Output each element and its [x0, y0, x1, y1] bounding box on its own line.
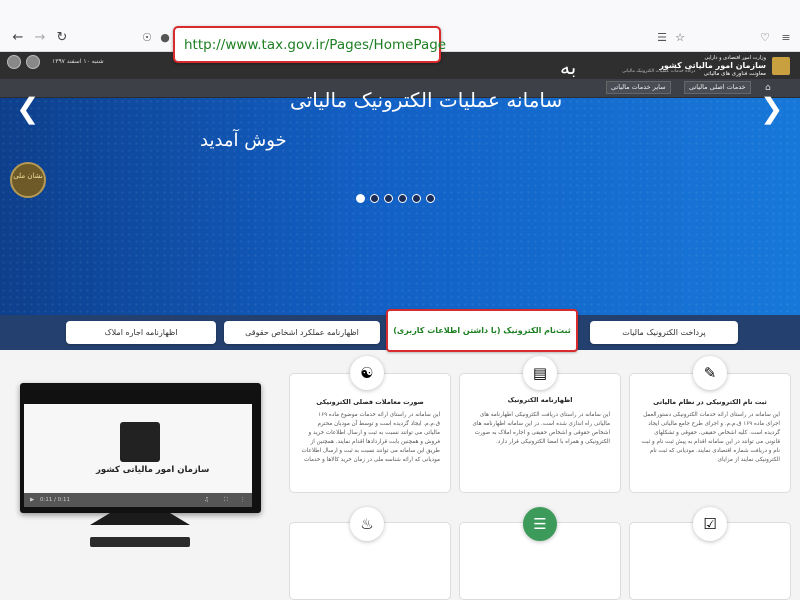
slider-dot[interactable] [356, 194, 365, 203]
menu-icon[interactable]: ≡ [779, 31, 793, 45]
slider-next-icon[interactable]: ❯ [760, 95, 783, 123]
slider-prev-icon[interactable]: ❮ [16, 95, 39, 123]
list-icon: ☰ [523, 507, 557, 541]
hero-line-3: خوش آمدید [200, 130, 287, 151]
pocket-icon[interactable]: ♡ [758, 31, 772, 45]
hero-line-2: سامانه عملیات الکترونیک مالیاتی [290, 88, 563, 112]
volume-icon[interactable]: ♫ [204, 493, 209, 507]
tax-document-icon: ▤ [523, 356, 557, 390]
play-icon[interactable]: ▶ [30, 497, 34, 503]
card-title: اظهارنامه الکترونیک [507, 396, 573, 404]
fullscreen-icon[interactable]: ⛶ [224, 493, 228, 507]
portal-subtitle: درگاه خدمات عملیات الکترونیک مالیاتی [622, 69, 696, 74]
card-text: این سامانه در راستای ارائه خدمات الکترون… [641, 412, 780, 463]
hero-slider[interactable] [0, 98, 800, 315]
electronic-register-button[interactable]: ثبت‌نام الکترونیک (با داشتن اطلاعات کارب… [386, 309, 578, 352]
legal-declaration-button[interactable]: اظهارنامه عملکرد اشخاص حقوقی [224, 321, 380, 344]
card-title: ثبت نام الکترونیکی در نظام مالیاتی [653, 398, 767, 406]
certificate-icon: ✎ [693, 356, 727, 390]
menu-other-services-label: سایر خدمات مالیاتی [611, 83, 666, 91]
slider-dots [356, 194, 435, 203]
bookmark-star-icon[interactable]: ☆ [673, 31, 687, 45]
pay-tax-label: پرداخت الکترونیک مالیات [622, 328, 706, 337]
header-date: شنبه ۱۰ اسفند ۱۳۹۷ [52, 58, 104, 65]
forward-icon[interactable]: → [32, 30, 48, 46]
hero-background-pattern [0, 98, 800, 315]
card-text: این سامانه در راستای ارائه خدمات موضوع م… [301, 412, 440, 463]
account-icon[interactable] [26, 55, 40, 69]
reload-icon[interactable]: ↻ [54, 30, 70, 46]
rent-declaration-label: اظهارنامه اجاره املاک [104, 328, 178, 337]
reader-view-icon[interactable]: ☰ [655, 31, 669, 45]
org-logo-icon [120, 422, 160, 462]
seal-text: نشان ملی [13, 172, 43, 180]
menu-main-services-label: خدمات اصلی مالیاتی [689, 83, 746, 91]
electronic-register-label: ثبت‌نام الکترونیک (با داشتن اطلاعات کارب… [393, 326, 571, 335]
hero-line-1: به [560, 55, 577, 79]
slider-dot[interactable] [398, 194, 407, 203]
card-text: این سامانه در راستای دریافت الکترونیکی ا… [472, 412, 610, 445]
url-text: http://www.tax.gov.ir/Pages/HomePage [184, 36, 447, 53]
video-controls[interactable]: ▶ 0:11 / 0:11 ♫ ⛶ ⋮ [24, 493, 252, 507]
pay-tax-button[interactable]: پرداخت الکترونیک مالیات [590, 321, 738, 344]
slider-dot[interactable] [412, 194, 421, 203]
video-title: سازمان امور مالیاتی کشور [96, 465, 210, 475]
tv-base [90, 537, 190, 547]
slider-dot[interactable] [370, 194, 379, 203]
legal-declaration-label: اظهارنامه عملکرد اشخاص حقوقی [245, 328, 359, 337]
address-bar[interactable]: http://www.tax.gov.ir/Pages/HomePage [173, 26, 446, 63]
slider-dot[interactable] [426, 194, 435, 203]
slider-dot[interactable] [384, 194, 393, 203]
shield-icon[interactable]: ☉ [140, 31, 154, 45]
user-avatar[interactable] [7, 55, 21, 69]
rent-declaration-button[interactable]: اظهارنامه اجاره املاک [66, 321, 216, 344]
graduation-cap-icon: ♨ [350, 507, 384, 541]
emblem-icon [772, 57, 790, 75]
more-options-icon[interactable]: ⋮ [240, 493, 246, 507]
lock-icon[interactable]: ● [158, 31, 172, 45]
checklist-icon: ☑ [693, 507, 727, 541]
back-icon[interactable]: ← [10, 30, 26, 46]
logo-text-block: وزارت امور اقتصادی و دارایی سازمان امور … [659, 54, 766, 78]
site-logo[interactable]: وزارت امور اقتصادی و دارایی سازمان امور … [600, 53, 790, 79]
card-title: صورت معاملات فصلی الکترونیکی [316, 398, 424, 406]
menu-main-services[interactable]: خدمات اصلی مالیاتی [684, 81, 751, 94]
national-seal-icon: نشان ملی [10, 162, 46, 198]
video-time: 0:11 / 0:11 [39, 497, 71, 503]
handshake-icon: ☯ [350, 356, 384, 390]
menu-other-services[interactable]: سایر خدمات مالیاتی [606, 81, 671, 94]
